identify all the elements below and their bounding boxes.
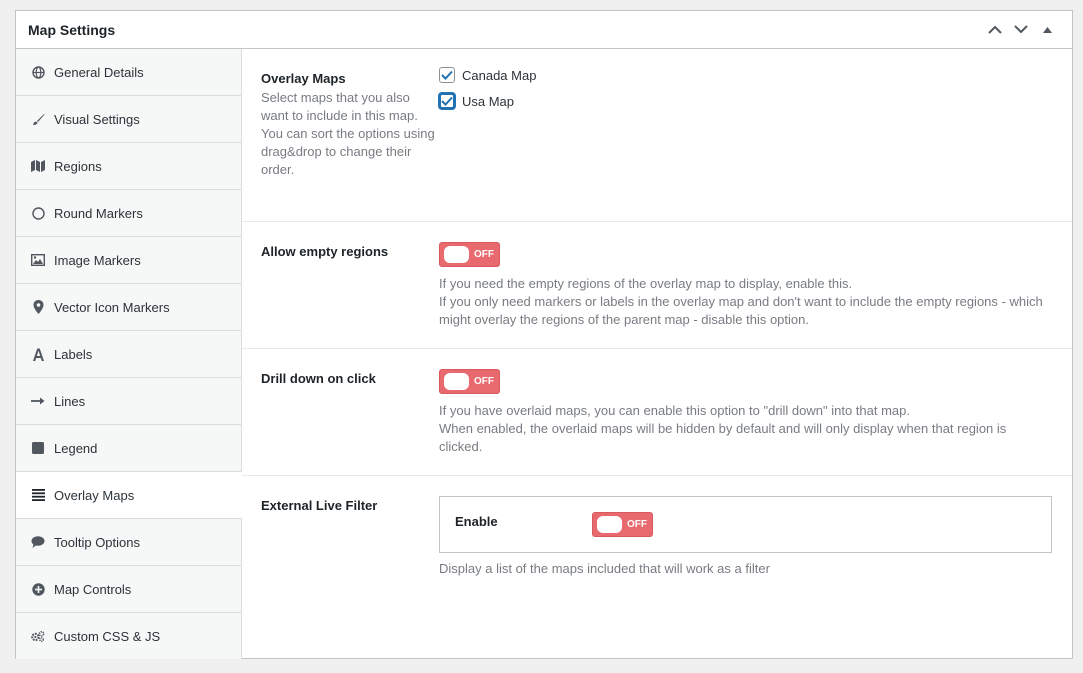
collapse-panel-button[interactable] xyxy=(1034,12,1060,48)
brush-icon xyxy=(31,112,45,126)
speech-bubble-icon xyxy=(31,535,45,549)
external-live-filter-label-col: External Live Filter xyxy=(261,496,439,578)
panel-title: Map Settings xyxy=(28,21,116,38)
allow-empty-regions-desc-line-2: If you only need markers or labels in th… xyxy=(439,294,1043,327)
location-pin-icon xyxy=(31,300,45,314)
sidebar-item-visual-settings[interactable]: Visual Settings xyxy=(16,96,241,143)
chevron-down-icon xyxy=(1014,25,1028,34)
sidebar-item-label: Round Markers xyxy=(54,205,143,221)
drill-down-field: OFF If you have overlaid maps, you can e… xyxy=(439,369,1052,475)
toggle-state-text: OFF xyxy=(474,376,494,387)
sidebar-item-lines[interactable]: Lines xyxy=(16,378,241,425)
canada-map-label: Canada Map xyxy=(462,67,537,83)
drill-down-desc-line-2: When enabled, the overlaid maps will be … xyxy=(439,421,1007,454)
external-live-filter-row: External Live Filter Enable OFF Display … xyxy=(242,476,1072,578)
sidebar-item-label: Vector Icon Markers xyxy=(54,299,170,315)
sidebar-item-image-markers[interactable]: Image Markers xyxy=(16,237,241,284)
sidebar-item-general-details[interactable]: General Details xyxy=(16,49,241,96)
checkmark-icon xyxy=(441,96,453,106)
allow-empty-regions-row: Allow empty regions OFF If you need the … xyxy=(242,222,1072,349)
overlay-maps-description: Select maps that you also want to includ… xyxy=(261,89,439,179)
sidebar-item-label: Legend xyxy=(54,440,98,456)
sidebar-item-round-markers[interactable]: Round Markers xyxy=(16,190,241,237)
sidebar-item-custom-css-js[interactable]: Custom CSS & JS xyxy=(16,613,241,660)
list-icon xyxy=(31,488,45,502)
drill-down-toggle[interactable]: OFF xyxy=(439,369,500,394)
globe-icon xyxy=(31,65,45,79)
external-live-filter-field: Enable OFF Display a list of the maps in… xyxy=(439,496,1052,578)
usa-map-checkbox[interactable] xyxy=(439,93,455,109)
allow-empty-regions-field: OFF If you need the empty regions of the… xyxy=(439,242,1052,348)
overlay-maps-desc-line-1: Select maps that you also want to includ… xyxy=(261,90,418,123)
canada-map-checkbox[interactable] xyxy=(439,67,455,83)
overlay-maps-options: Canada Map Usa Map xyxy=(439,62,1052,221)
sidebar-item-tooltip-options[interactable]: Tooltip Options xyxy=(16,519,241,566)
allow-empty-regions-desc-line-1: If you need the empty regions of the ove… xyxy=(439,276,853,291)
sidebar-item-label: Regions xyxy=(54,158,102,174)
usa-map-label: Usa Map xyxy=(462,93,515,109)
allow-empty-regions-description: If you need the empty regions of the ove… xyxy=(439,275,1052,329)
toggle-state-text: OFF xyxy=(627,519,647,530)
sidebar-item-label: Visual Settings xyxy=(54,111,140,127)
sidebar-item-label: Lines xyxy=(54,393,86,409)
sidebar-item-label: Image Markers xyxy=(54,252,141,268)
live-filter-options-box: Enable OFF xyxy=(439,496,1052,553)
overlay-maps-desc-line-2: You can sort the options using drag&drop… xyxy=(261,126,435,177)
drill-down-desc-line-1: If you have overlaid maps, you can enabl… xyxy=(439,403,911,418)
map-icon xyxy=(31,159,45,173)
arrow-right-icon xyxy=(31,394,45,408)
live-filter-enable-toggle[interactable]: OFF xyxy=(592,512,653,537)
toggle-state-text: OFF xyxy=(474,249,494,260)
square-icon xyxy=(31,441,45,455)
move-down-button[interactable] xyxy=(1008,12,1034,48)
sidebar-item-overlay-maps[interactable]: Overlay Maps xyxy=(16,472,242,519)
plus-circle-icon xyxy=(31,582,45,596)
allow-empty-regions-title: Allow empty regions xyxy=(261,244,389,259)
sidebar-item-label: Overlay Maps xyxy=(54,487,135,503)
sidebar-item-label: Map Controls xyxy=(54,581,132,597)
drill-down-description: If you have overlaid maps, you can enabl… xyxy=(439,402,1052,456)
drill-down-row: Drill down on click OFF If you have over… xyxy=(242,349,1072,476)
chevron-up-icon xyxy=(988,25,1002,34)
move-up-button[interactable] xyxy=(982,12,1008,48)
external-live-filter-title: External Live Filter xyxy=(261,498,378,513)
sidebar-item-label: Tooltip Options xyxy=(54,534,140,550)
panel-body: General Details Visual Settings Regions … xyxy=(16,49,1072,659)
overlay-maps-title: Overlay Maps xyxy=(261,71,346,86)
drill-down-title: Drill down on click xyxy=(261,371,376,386)
overlay-maps-row: Overlay Maps Select maps that you also w… xyxy=(242,49,1072,222)
sidebar-item-map-controls[interactable]: Map Controls xyxy=(16,566,241,613)
overlay-option-canada[interactable]: Canada Map xyxy=(439,62,1052,88)
live-filter-enable-label: Enable xyxy=(455,514,498,529)
sidebar-item-regions[interactable]: Regions xyxy=(16,143,241,190)
overlay-option-usa[interactable]: Usa Map xyxy=(439,88,1052,114)
sidebar-item-legend[interactable]: Legend xyxy=(16,425,241,472)
toggle-knob xyxy=(444,373,469,390)
sidebar-item-label: Labels xyxy=(54,346,93,362)
sidebar-item-label: General Details xyxy=(54,64,144,80)
sidebar-item-label: Custom CSS & JS xyxy=(54,629,161,644)
drill-down-label-col: Drill down on click xyxy=(261,371,439,475)
settings-content: Overlay Maps Select maps that you also w… xyxy=(242,49,1072,659)
panel-actions xyxy=(982,12,1060,48)
sidebar-item-vector-icon-markers[interactable]: Vector Icon Markers xyxy=(16,284,241,331)
settings-sidebar: General Details Visual Settings Regions … xyxy=(16,49,242,659)
letter-a-icon xyxy=(31,347,45,361)
toggle-knob xyxy=(444,246,469,263)
circle-icon xyxy=(31,206,45,220)
checkmark-icon xyxy=(441,70,453,80)
image-icon xyxy=(31,253,45,267)
triangle-up-icon xyxy=(1042,26,1052,33)
gears-icon xyxy=(31,630,45,644)
panel-header: Map Settings xyxy=(16,11,1072,49)
live-filter-description: Display a list of the maps included that… xyxy=(439,561,770,576)
sidebar-item-labels[interactable]: Labels xyxy=(16,331,241,378)
overlay-maps-label-col: Overlay Maps Select maps that you also w… xyxy=(261,71,439,221)
map-settings-panel: Map Settings General Details Visual Sett… xyxy=(15,10,1073,659)
allow-empty-regions-label-col: Allow empty regions xyxy=(261,244,439,348)
toggle-knob xyxy=(597,516,622,533)
allow-empty-regions-toggle[interactable]: OFF xyxy=(439,242,500,267)
